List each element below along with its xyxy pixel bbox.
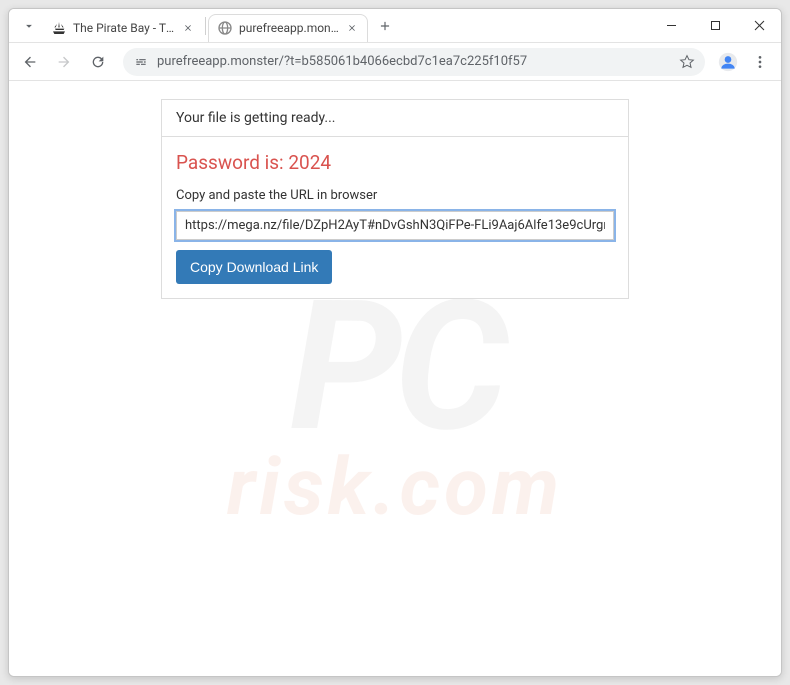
watermark-subtext: risk.com: [227, 440, 563, 534]
copy-link-button[interactable]: Copy Download Link: [176, 250, 332, 284]
card-body: Password is: 2024 Copy and paste the URL…: [162, 137, 628, 298]
new-tab-button[interactable]: [372, 13, 398, 39]
card-header: Your file is getting ready...: [162, 100, 628, 137]
close-window-button[interactable]: [737, 9, 781, 42]
download-card: Your file is getting ready... Password i…: [161, 99, 629, 299]
kebab-menu-button[interactable]: [745, 47, 775, 77]
ship-icon: [51, 20, 67, 36]
window-controls: [649, 9, 781, 42]
tab-title: purefreeapp.monster/?t=b585: [239, 21, 339, 35]
password-text: Password is: 2024: [176, 151, 614, 174]
url-text: purefreeapp.monster/?t=b585061b4066ecbd7…: [157, 54, 671, 69]
forward-button[interactable]: [49, 47, 79, 77]
reload-button[interactable]: [83, 47, 113, 77]
toolbar: purefreeapp.monster/?t=b585061b4066ecbd7…: [9, 43, 781, 81]
titlebar: The Pirate Bay - The galaxy's m purefree…: [9, 9, 781, 43]
site-settings-icon[interactable]: [133, 54, 149, 70]
close-icon[interactable]: [345, 21, 359, 35]
browser-window: The Pirate Bay - The galaxy's m purefree…: [8, 8, 782, 677]
close-icon[interactable]: [181, 21, 195, 35]
tab-strip: The Pirate Bay - The galaxy's m purefree…: [9, 9, 649, 42]
instruction-text: Copy and paste the URL in browser: [176, 188, 614, 203]
bookmark-icon[interactable]: [679, 54, 695, 70]
address-bar[interactable]: purefreeapp.monster/?t=b585061b4066ecbd7…: [123, 48, 705, 76]
tab-search-button[interactable]: [15, 12, 43, 40]
page-content: PC risk.com Your file is getting ready..…: [9, 81, 781, 676]
tab-piratebay[interactable]: The Pirate Bay - The galaxy's m: [43, 14, 203, 42]
watermark-logo: PC: [227, 304, 563, 430]
back-button[interactable]: [15, 47, 45, 77]
minimize-button[interactable]: [649, 9, 693, 42]
tab-separator: [205, 17, 206, 35]
tab-purefreeapp[interactable]: purefreeapp.monster/?t=b585: [208, 14, 368, 42]
maximize-button[interactable]: [693, 9, 737, 42]
download-url-input[interactable]: [176, 211, 614, 240]
globe-icon: [217, 20, 233, 36]
profile-button[interactable]: [715, 49, 741, 75]
tab-title: The Pirate Bay - The galaxy's m: [73, 21, 175, 35]
